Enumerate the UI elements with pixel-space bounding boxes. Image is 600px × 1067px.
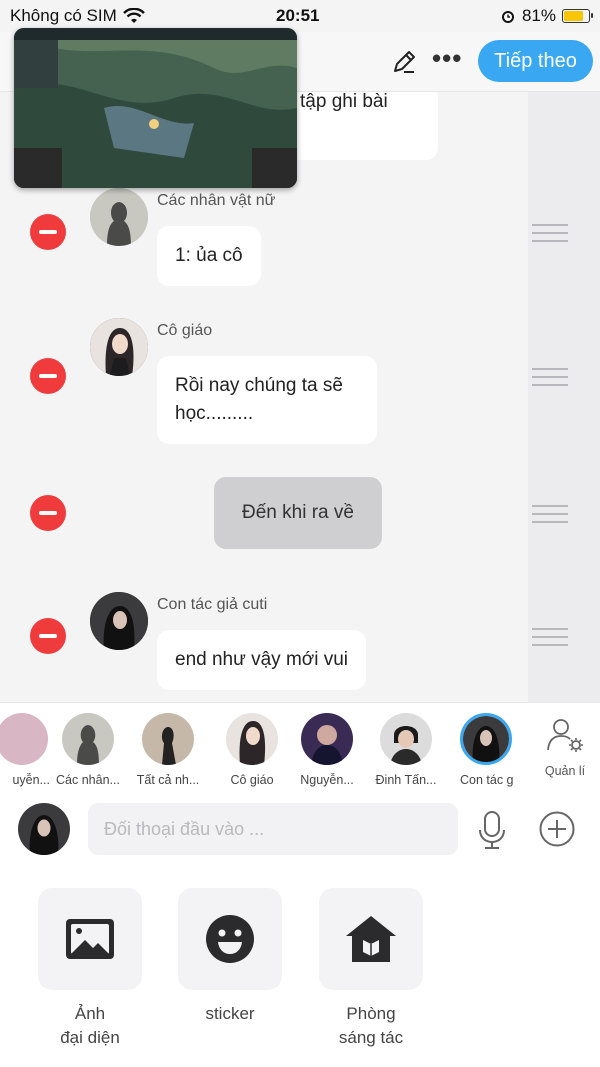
carrier-text: Không có SIM — [10, 6, 117, 25]
delete-message-button[interactable] — [30, 358, 66, 394]
more-icon[interactable]: ••• — [432, 45, 468, 76]
video-overlay[interactable] — [14, 28, 297, 188]
speaker-name: Con tác giả cuti — [157, 596, 268, 613]
alarm-icon — [501, 11, 514, 23]
tool-label: Ảnh đại diện — [60, 1004, 120, 1047]
message-bubble[interactable]: tập ghi bài — [282, 92, 438, 160]
message-bubble[interactable]: 1: ủa cô — [157, 226, 261, 286]
speaker-name: Các nhân vật nữ — [157, 192, 276, 209]
avatar — [301, 713, 353, 765]
next-button[interactable]: Tiếp theo — [478, 40, 593, 82]
message-text: Đến khi ra về — [242, 502, 354, 523]
drag-handle-icon[interactable] — [532, 368, 568, 388]
speaker-name: Cô giáo — [157, 322, 213, 339]
character-name: Đinh Tấn... — [375, 773, 437, 787]
character-item[interactable]: Đinh Tấn... — [366, 713, 446, 787]
character-name: Nguyễn... — [300, 773, 354, 787]
avatar — [460, 713, 512, 765]
character-item-selected[interactable]: Con tác g — [446, 713, 526, 787]
drag-handle-icon[interactable] — [532, 224, 568, 244]
battery-fill — [564, 11, 584, 21]
tool-label: sticker — [205, 1004, 255, 1023]
delete-message-button[interactable] — [30, 495, 66, 531]
delete-message-button[interactable] — [30, 214, 66, 250]
house-icon — [346, 916, 396, 962]
avatar — [62, 713, 114, 765]
microphone-icon[interactable] — [476, 810, 508, 850]
current-speaker-avatar[interactable] — [18, 803, 70, 855]
message-bubble[interactable]: Rồi nay chúng ta sẽ học......... — [157, 356, 377, 444]
avatar — [226, 713, 278, 765]
message-text: 1: ủa cô — [175, 245, 243, 266]
avatar-image-tool[interactable]: Ảnh đại diện — [38, 888, 142, 1050]
character-item[interactable]: Cô giáo — [212, 713, 292, 787]
character-selector: uyễn... Các nhân... Tất cả nh... Cô giáo… — [0, 702, 600, 798]
sticker-tool[interactable]: sticker — [178, 888, 282, 1026]
carrier-group: Không có SIM — [10, 6, 145, 26]
tool-label: Phòng sáng tác — [338, 1004, 404, 1047]
character-name: Tất cả nh... — [136, 773, 200, 787]
character-item[interactable]: Tất cả nh... — [128, 713, 208, 787]
avatar — [90, 318, 148, 376]
message-text: Rồi nay chúng ta sẽ học......... — [175, 375, 343, 424]
message-bubble[interactable]: end như vậy mới vui — [157, 630, 367, 690]
tool-panel: Ảnh đại diện sticker Phòng sáng tác — [0, 866, 600, 1067]
image-icon — [66, 919, 114, 959]
add-icon[interactable] — [538, 810, 576, 848]
character-name: Con tác g — [460, 773, 514, 787]
character-item[interactable]: Các nhân... — [48, 713, 128, 787]
delete-message-button[interactable] — [30, 618, 66, 654]
character-name: Các nhân... — [56, 773, 120, 787]
input-bar — [0, 798, 600, 866]
wifi-icon — [122, 8, 145, 23]
character-item[interactable]: Nguyễn... — [287, 713, 367, 787]
battery-icon — [562, 9, 593, 23]
pencil-icon[interactable] — [390, 48, 418, 76]
user-settings-icon — [547, 719, 583, 752]
avatar — [380, 713, 432, 765]
tool-tile[interactable] — [319, 888, 423, 990]
avatar — [90, 592, 148, 650]
tool-tile[interactable] — [178, 888, 282, 990]
character-name: Cô giáo — [230, 773, 274, 787]
drag-handle-icon[interactable] — [532, 505, 568, 525]
avatar — [0, 713, 48, 765]
avatar — [142, 713, 194, 765]
drag-handle-icon[interactable] — [532, 628, 568, 648]
reorder-column — [528, 92, 600, 702]
manage-characters-button[interactable]: Quản lí — [535, 717, 595, 778]
smiley-icon — [206, 915, 254, 963]
message-text: end như vậy mới vui — [175, 649, 349, 670]
manage-label: Quản lí — [544, 764, 586, 778]
clock: 20:51 — [276, 6, 320, 25]
narration-bubble[interactable]: Đến khi ra về — [214, 477, 382, 549]
battery-group: 81% — [500, 6, 593, 26]
creation-room-tool[interactable]: Phòng sáng tác — [319, 888, 423, 1050]
dialogue-input[interactable] — [88, 803, 458, 855]
avatar — [90, 188, 148, 246]
battery-percent: 81% — [521, 6, 556, 25]
message-text: tập ghi bài — [300, 92, 388, 112]
tool-tile[interactable] — [38, 888, 142, 990]
